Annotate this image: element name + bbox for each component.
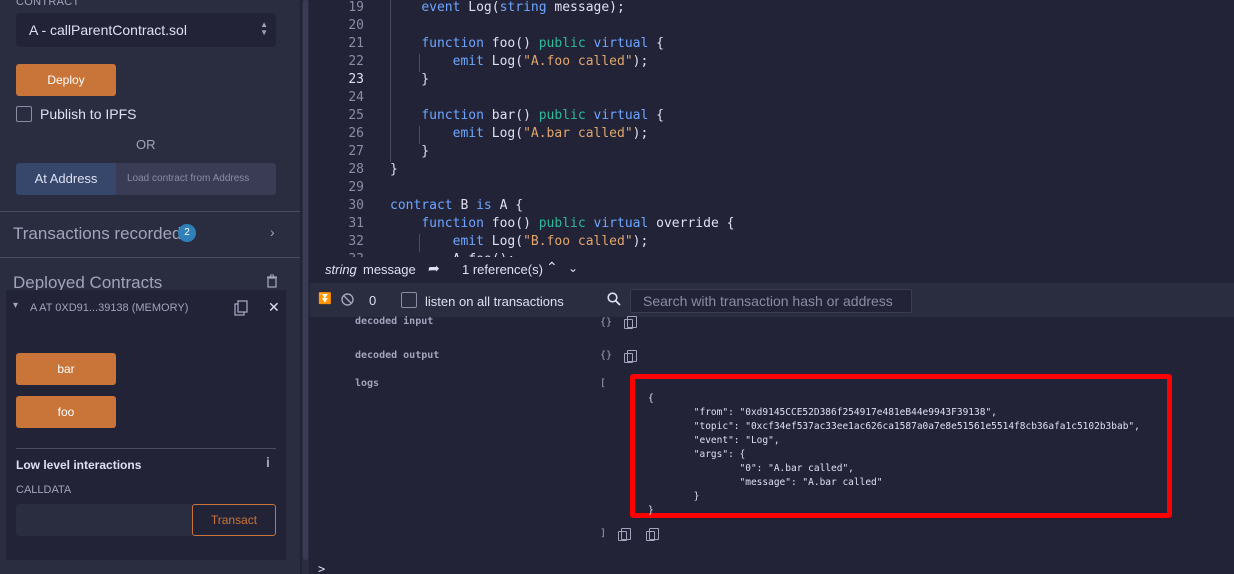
log-line: "event": "Log", [648, 435, 780, 446]
load-contract-address-input[interactable]: Load contract from Address [116, 163, 276, 195]
highlight-box [630, 374, 1172, 518]
deployed-instance: ▾ A AT 0XD91...39138 (MEMORY) ✕ bar foo … [6, 290, 286, 560]
fn-button-foo[interactable]: foo [16, 396, 116, 428]
line-number: 20 [348, 18, 364, 33]
line-number: 22 [348, 54, 364, 69]
fn-button-bar[interactable]: bar [16, 353, 116, 385]
chevron-down-icon[interactable]: ⌄ [568, 261, 578, 275]
at-address-button[interactable]: At Address [16, 163, 116, 195]
code-line: function foo() public virtual override { [421, 216, 735, 231]
transactions-count-badge: 2 [178, 224, 196, 242]
line-number-active: 23 [348, 72, 364, 87]
select-arrows-icon: ▲ ▼ [260, 20, 268, 37]
or-label: OR [136, 137, 156, 152]
publish-ipfs-label: Publish to IPFS [40, 106, 137, 122]
references-count: 1 reference(s) [462, 262, 543, 277]
line-number: 26 [348, 126, 364, 141]
divider [0, 211, 300, 212]
listen-all-checkbox[interactable] [401, 292, 417, 308]
line-number: 32 [348, 234, 364, 249]
scrollbar-thumb[interactable] [303, 0, 308, 560]
tx-search-input[interactable]: Search with transaction hash or address [630, 289, 912, 313]
code-line: emit Log("B.foo called"); [452, 234, 649, 249]
log-line: "from": "0xd9145CCE52D386f254917e481eB44… [648, 407, 997, 418]
line-number: 19 [348, 0, 364, 15]
logs-close-bracket: ] [600, 528, 607, 539]
deploy-button[interactable]: Deploy [16, 64, 116, 96]
contract-select[interactable]: A - callParentContract.sol ▲ ▼ [16, 13, 276, 47]
decoded-input-value: {} [600, 317, 613, 328]
deploy-run-panel: CONTRACT A - callParentContract.sol ▲ ▼ D… [0, 0, 300, 574]
calldata-input[interactable] [16, 504, 192, 536]
code-line: } [390, 162, 398, 177]
chevron-right-icon[interactable]: › [270, 224, 275, 240]
line-number: 24 [348, 90, 364, 105]
reference-bar: string message ➦ 1 reference(s) ⌃ ⌄ [310, 257, 600, 283]
clear-console-icon[interactable] [341, 293, 354, 309]
log-line: "0": "A.bar called", [648, 463, 854, 474]
copy-icon[interactable] [624, 316, 637, 329]
ref-type: string [325, 262, 357, 277]
decoded-input-label: decoded input [355, 316, 434, 327]
transact-button[interactable]: Transact [192, 504, 276, 536]
search-icon [607, 292, 621, 309]
info-icon[interactable]: i [266, 454, 270, 470]
code-line: emit Log("A.bar called"); [452, 126, 649, 141]
code-editor[interactable]: 19 20 21 22 23 24 25 26 27 28 29 30 31 3… [310, 0, 1234, 257]
pending-tx-count: 0 [369, 293, 377, 308]
code-line: contract B is A { [390, 198, 524, 213]
terminal-prompt[interactable]: > [318, 562, 325, 574]
left-scrollbar[interactable] [302, 0, 309, 574]
divider [0, 257, 300, 258]
copy-icon[interactable] [234, 300, 248, 321]
close-icon[interactable]: ✕ [268, 299, 280, 316]
transactions-recorded-label[interactable]: Transactions recorded [13, 224, 182, 244]
calldata-label: CALLDATA [16, 484, 72, 496]
log-line: "message": "A.bar called" [648, 477, 883, 488]
terminal-output: decoded input {} decoded output {} logs … [310, 316, 1234, 574]
code-line: } [390, 72, 430, 87]
low-level-interactions-title: Low level interactions [16, 458, 142, 472]
line-number: 25 [348, 108, 364, 123]
code-line: function bar() public virtual { [421, 108, 664, 123]
contract-select-value: A - callParentContract.sol [29, 22, 187, 38]
code-line: emit Log("A.foo called"); [452, 54, 649, 69]
line-number: 28 [348, 162, 364, 177]
collapse-terminal-icon[interactable]: ⏬ [318, 292, 332, 305]
terminal-toolbar: ⏬ 0 listen on all transactions Search wi… [310, 283, 1234, 317]
logs-label: logs [355, 378, 380, 389]
goto-reference-icon[interactable]: ➦ [428, 260, 440, 277]
log-line: "args": { [648, 449, 746, 460]
copy-icon[interactable] [624, 350, 637, 363]
line-number: 27 [348, 144, 364, 159]
log-line: } [648, 491, 700, 502]
copy-icon[interactable] [618, 528, 631, 541]
decoded-output-value: {} [600, 350, 613, 361]
line-number: 30 [348, 198, 364, 213]
trash-icon[interactable] [266, 274, 278, 291]
logs-open-bracket: [ [600, 378, 607, 389]
log-line: { [648, 393, 654, 404]
listen-all-label: listen on all transactions [425, 294, 564, 309]
contract-label: CONTRACT [16, 0, 80, 8]
chevron-down-icon[interactable]: ▾ [13, 300, 18, 311]
divider [16, 448, 276, 449]
code-line: function foo() public virtual { [421, 36, 664, 51]
line-number: 31 [348, 216, 364, 231]
line-number: 21 [348, 36, 364, 51]
ref-name: message [363, 262, 416, 277]
decoded-output-label: decoded output [355, 350, 440, 361]
code-line: event Log(string message); [421, 0, 625, 15]
publish-ipfs-checkbox[interactable] [16, 106, 32, 122]
log-line: "topic": "0xcf34ef537ac33ee1ac626ca1587a… [648, 421, 1140, 432]
copy-icon[interactable] [646, 528, 659, 541]
instance-title[interactable]: A AT 0XD91...39138 (MEMORY) [30, 302, 188, 314]
log-line: } [648, 505, 654, 516]
chevron-up-icon[interactable]: ⌃ [546, 259, 558, 276]
code-line: } [390, 144, 430, 159]
line-number: 29 [348, 180, 364, 195]
